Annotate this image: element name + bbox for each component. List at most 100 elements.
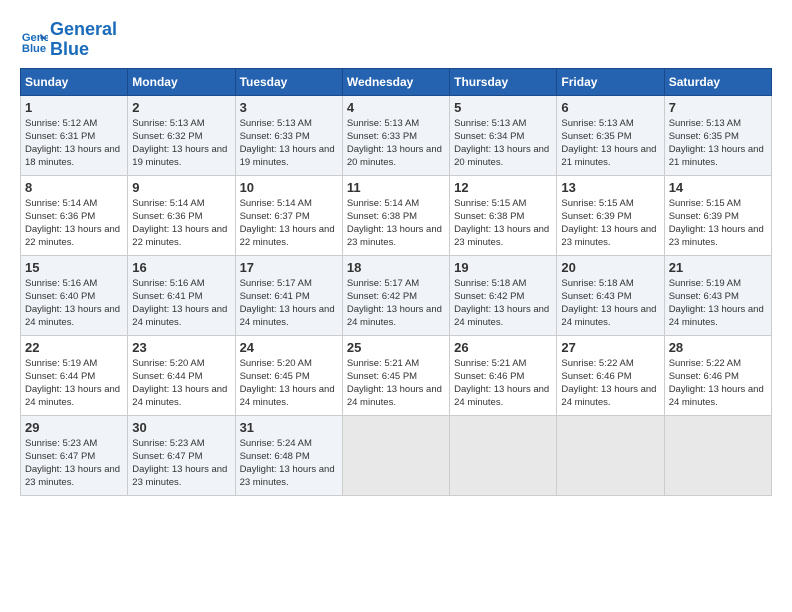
calendar-cell bbox=[342, 415, 449, 495]
calendar-cell: 17 Sunrise: 5:17 AM Sunset: 6:41 PM Dayl… bbox=[235, 255, 342, 335]
calendar-header: SundayMondayTuesdayWednesdayThursdayFrid… bbox=[21, 68, 772, 95]
day-info: Sunrise: 5:14 AM Sunset: 6:38 PM Dayligh… bbox=[347, 197, 445, 250]
day-info: Sunrise: 5:21 AM Sunset: 6:46 PM Dayligh… bbox=[454, 357, 552, 410]
day-info: Sunrise: 5:17 AM Sunset: 6:42 PM Dayligh… bbox=[347, 277, 445, 330]
calendar-week-1: 1 Sunrise: 5:12 AM Sunset: 6:31 PM Dayli… bbox=[21, 95, 772, 175]
calendar-cell: 19 Sunrise: 5:18 AM Sunset: 6:42 PM Dayl… bbox=[450, 255, 557, 335]
logo: General Blue GeneralBlue bbox=[20, 20, 117, 60]
calendar-cell: 24 Sunrise: 5:20 AM Sunset: 6:45 PM Dayl… bbox=[235, 335, 342, 415]
day-info: Sunrise: 5:19 AM Sunset: 6:43 PM Dayligh… bbox=[669, 277, 767, 330]
day-number: 1 bbox=[25, 100, 123, 115]
day-number: 5 bbox=[454, 100, 552, 115]
header-day-monday: Monday bbox=[128, 68, 235, 95]
calendar-cell: 23 Sunrise: 5:20 AM Sunset: 6:44 PM Dayl… bbox=[128, 335, 235, 415]
day-number: 23 bbox=[132, 340, 230, 355]
day-info: Sunrise: 5:22 AM Sunset: 6:46 PM Dayligh… bbox=[669, 357, 767, 410]
calendar-cell: 4 Sunrise: 5:13 AM Sunset: 6:33 PM Dayli… bbox=[342, 95, 449, 175]
header-day-tuesday: Tuesday bbox=[235, 68, 342, 95]
calendar-cell: 10 Sunrise: 5:14 AM Sunset: 6:37 PM Dayl… bbox=[235, 175, 342, 255]
day-number: 13 bbox=[561, 180, 659, 195]
calendar-cell: 18 Sunrise: 5:17 AM Sunset: 6:42 PM Dayl… bbox=[342, 255, 449, 335]
day-number: 20 bbox=[561, 260, 659, 275]
day-number: 19 bbox=[454, 260, 552, 275]
day-info: Sunrise: 5:19 AM Sunset: 6:44 PM Dayligh… bbox=[25, 357, 123, 410]
day-number: 21 bbox=[669, 260, 767, 275]
day-info: Sunrise: 5:23 AM Sunset: 6:47 PM Dayligh… bbox=[25, 437, 123, 490]
day-info: Sunrise: 5:16 AM Sunset: 6:40 PM Dayligh… bbox=[25, 277, 123, 330]
day-info: Sunrise: 5:18 AM Sunset: 6:43 PM Dayligh… bbox=[561, 277, 659, 330]
day-info: Sunrise: 5:22 AM Sunset: 6:46 PM Dayligh… bbox=[561, 357, 659, 410]
day-info: Sunrise: 5:12 AM Sunset: 6:31 PM Dayligh… bbox=[25, 117, 123, 170]
day-number: 2 bbox=[132, 100, 230, 115]
day-info: Sunrise: 5:21 AM Sunset: 6:45 PM Dayligh… bbox=[347, 357, 445, 410]
day-info: Sunrise: 5:20 AM Sunset: 6:44 PM Dayligh… bbox=[132, 357, 230, 410]
calendar-cell bbox=[450, 415, 557, 495]
calendar-week-2: 8 Sunrise: 5:14 AM Sunset: 6:36 PM Dayli… bbox=[21, 175, 772, 255]
calendar-cell: 7 Sunrise: 5:13 AM Sunset: 6:35 PM Dayli… bbox=[664, 95, 771, 175]
page-header: General Blue GeneralBlue bbox=[20, 20, 772, 60]
calendar-cell: 1 Sunrise: 5:12 AM Sunset: 6:31 PM Dayli… bbox=[21, 95, 128, 175]
header-day-sunday: Sunday bbox=[21, 68, 128, 95]
day-number: 22 bbox=[25, 340, 123, 355]
day-number: 6 bbox=[561, 100, 659, 115]
header-day-thursday: Thursday bbox=[450, 68, 557, 95]
calendar-cell bbox=[557, 415, 664, 495]
calendar-cell: 27 Sunrise: 5:22 AM Sunset: 6:46 PM Dayl… bbox=[557, 335, 664, 415]
calendar-body: 1 Sunrise: 5:12 AM Sunset: 6:31 PM Dayli… bbox=[21, 95, 772, 495]
day-number: 12 bbox=[454, 180, 552, 195]
logo-icon: General Blue bbox=[20, 26, 48, 54]
calendar-cell: 25 Sunrise: 5:21 AM Sunset: 6:45 PM Dayl… bbox=[342, 335, 449, 415]
day-number: 7 bbox=[669, 100, 767, 115]
svg-text:Blue: Blue bbox=[22, 43, 46, 54]
day-info: Sunrise: 5:23 AM Sunset: 6:47 PM Dayligh… bbox=[132, 437, 230, 490]
day-number: 28 bbox=[669, 340, 767, 355]
day-number: 24 bbox=[240, 340, 338, 355]
day-info: Sunrise: 5:14 AM Sunset: 6:36 PM Dayligh… bbox=[25, 197, 123, 250]
calendar-cell: 20 Sunrise: 5:18 AM Sunset: 6:43 PM Dayl… bbox=[557, 255, 664, 335]
calendar-cell: 2 Sunrise: 5:13 AM Sunset: 6:32 PM Dayli… bbox=[128, 95, 235, 175]
day-number: 14 bbox=[669, 180, 767, 195]
header-day-friday: Friday bbox=[557, 68, 664, 95]
calendar-cell: 9 Sunrise: 5:14 AM Sunset: 6:36 PM Dayli… bbox=[128, 175, 235, 255]
calendar-cell: 31 Sunrise: 5:24 AM Sunset: 6:48 PM Dayl… bbox=[235, 415, 342, 495]
day-info: Sunrise: 5:13 AM Sunset: 6:32 PM Dayligh… bbox=[132, 117, 230, 170]
calendar-week-4: 22 Sunrise: 5:19 AM Sunset: 6:44 PM Dayl… bbox=[21, 335, 772, 415]
calendar-cell: 14 Sunrise: 5:15 AM Sunset: 6:39 PM Dayl… bbox=[664, 175, 771, 255]
day-info: Sunrise: 5:14 AM Sunset: 6:37 PM Dayligh… bbox=[240, 197, 338, 250]
day-number: 25 bbox=[347, 340, 445, 355]
day-number: 15 bbox=[25, 260, 123, 275]
calendar-cell: 16 Sunrise: 5:16 AM Sunset: 6:41 PM Dayl… bbox=[128, 255, 235, 335]
day-number: 4 bbox=[347, 100, 445, 115]
day-number: 26 bbox=[454, 340, 552, 355]
day-info: Sunrise: 5:13 AM Sunset: 6:33 PM Dayligh… bbox=[240, 117, 338, 170]
day-info: Sunrise: 5:24 AM Sunset: 6:48 PM Dayligh… bbox=[240, 437, 338, 490]
day-number: 10 bbox=[240, 180, 338, 195]
day-info: Sunrise: 5:16 AM Sunset: 6:41 PM Dayligh… bbox=[132, 277, 230, 330]
header-row: SundayMondayTuesdayWednesdayThursdayFrid… bbox=[21, 68, 772, 95]
day-info: Sunrise: 5:15 AM Sunset: 6:39 PM Dayligh… bbox=[669, 197, 767, 250]
day-number: 27 bbox=[561, 340, 659, 355]
day-number: 31 bbox=[240, 420, 338, 435]
day-info: Sunrise: 5:17 AM Sunset: 6:41 PM Dayligh… bbox=[240, 277, 338, 330]
calendar-table: SundayMondayTuesdayWednesdayThursdayFrid… bbox=[20, 68, 772, 496]
logo-text: GeneralBlue bbox=[50, 20, 117, 60]
calendar-cell: 5 Sunrise: 5:13 AM Sunset: 6:34 PM Dayli… bbox=[450, 95, 557, 175]
calendar-cell: 29 Sunrise: 5:23 AM Sunset: 6:47 PM Dayl… bbox=[21, 415, 128, 495]
day-number: 11 bbox=[347, 180, 445, 195]
day-number: 3 bbox=[240, 100, 338, 115]
calendar-cell: 12 Sunrise: 5:15 AM Sunset: 6:38 PM Dayl… bbox=[450, 175, 557, 255]
calendar-cell: 22 Sunrise: 5:19 AM Sunset: 6:44 PM Dayl… bbox=[21, 335, 128, 415]
day-info: Sunrise: 5:15 AM Sunset: 6:39 PM Dayligh… bbox=[561, 197, 659, 250]
day-number: 30 bbox=[132, 420, 230, 435]
calendar-cell: 15 Sunrise: 5:16 AM Sunset: 6:40 PM Dayl… bbox=[21, 255, 128, 335]
day-number: 8 bbox=[25, 180, 123, 195]
calendar-week-3: 15 Sunrise: 5:16 AM Sunset: 6:40 PM Dayl… bbox=[21, 255, 772, 335]
calendar-cell: 11 Sunrise: 5:14 AM Sunset: 6:38 PM Dayl… bbox=[342, 175, 449, 255]
calendar-cell: 26 Sunrise: 5:21 AM Sunset: 6:46 PM Dayl… bbox=[450, 335, 557, 415]
day-info: Sunrise: 5:18 AM Sunset: 6:42 PM Dayligh… bbox=[454, 277, 552, 330]
calendar-cell: 30 Sunrise: 5:23 AM Sunset: 6:47 PM Dayl… bbox=[128, 415, 235, 495]
calendar-cell: 21 Sunrise: 5:19 AM Sunset: 6:43 PM Dayl… bbox=[664, 255, 771, 335]
calendar-week-5: 29 Sunrise: 5:23 AM Sunset: 6:47 PM Dayl… bbox=[21, 415, 772, 495]
day-info: Sunrise: 5:13 AM Sunset: 6:33 PM Dayligh… bbox=[347, 117, 445, 170]
calendar-cell: 8 Sunrise: 5:14 AM Sunset: 6:36 PM Dayli… bbox=[21, 175, 128, 255]
